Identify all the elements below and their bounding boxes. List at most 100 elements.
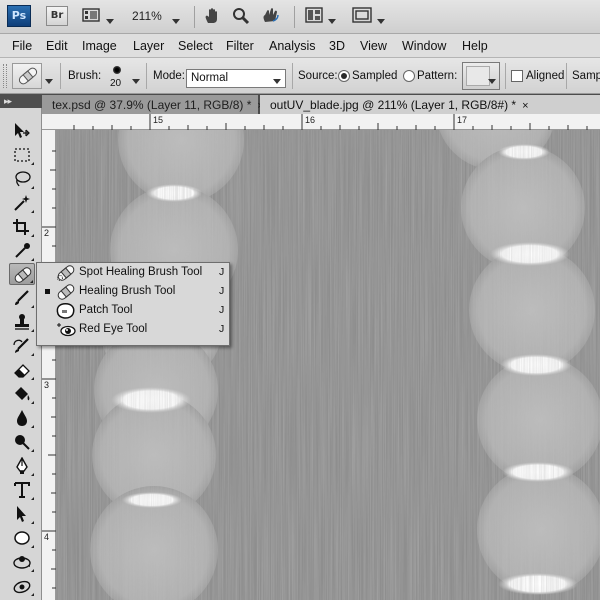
rotate-view-icon[interactable]	[261, 7, 281, 25]
marquee-tool[interactable]	[9, 144, 35, 166]
menu-file[interactable]: File	[12, 39, 32, 53]
screen-mode-icon[interactable]	[352, 7, 372, 25]
mode-label: Mode:	[153, 70, 185, 82]
type-tool[interactable]	[9, 479, 35, 501]
dodge-tool[interactable]	[9, 431, 35, 453]
menu-image[interactable]: Image	[82, 39, 117, 53]
history-brush-tool[interactable]	[9, 335, 35, 357]
crop-icon	[13, 219, 29, 235]
menu-window[interactable]: Window	[402, 39, 446, 53]
menu-select[interactable]: Select	[178, 39, 213, 53]
tab-label: outUV_blade.jpg @ 211% (Layer 1, RGB/8#)…	[270, 98, 517, 112]
hand-tool-icon[interactable]	[203, 7, 221, 25]
source-sampled-radio[interactable]	[338, 70, 350, 82]
ellipse-icon	[14, 531, 30, 545]
eraser-tool[interactable]	[9, 359, 35, 381]
move-tool[interactable]	[9, 120, 35, 142]
separator	[292, 63, 293, 89]
flyout-item-patch[interactable]: Patch Tool J	[37, 301, 229, 320]
3d-rotate-tool[interactable]	[9, 551, 35, 573]
magic-wand-tool[interactable]	[9, 192, 35, 214]
tab-label: tex.psd @ 37.9% (Layer 11, RGB/8) *	[52, 98, 252, 112]
separator	[60, 63, 61, 89]
collapse-icon[interactable]: ▸▸	[4, 96, 12, 107]
eyedropper-tool[interactable]	[9, 240, 35, 262]
view-extras-button[interactable]	[82, 7, 102, 25]
menu-help[interactable]: Help	[462, 39, 488, 53]
brush-picker-dropdown-arrow[interactable]	[132, 74, 140, 88]
screen-mode-dropdown-arrow[interactable]	[377, 14, 385, 28]
mode-value: Normal	[191, 72, 229, 84]
menu-view[interactable]: View	[360, 39, 387, 53]
close-icon[interactable]: ×	[522, 100, 528, 112]
document-tab-tex[interactable]: tex.psd @ 37.9% (Layer 11, RGB/8) *×	[42, 95, 264, 114]
tool-preset-picker[interactable]	[12, 63, 42, 89]
document-canvas[interactable]	[56, 130, 600, 600]
flyout-item-healing-brush[interactable]: Healing Brush Tool J	[37, 282, 229, 301]
selected-indicator	[45, 289, 50, 294]
menu-edit[interactable]: Edit	[46, 39, 68, 53]
menu-3d[interactable]: 3D	[329, 39, 345, 53]
brush-label: Brush:	[68, 70, 102, 82]
flyout-item-label: Red Eye Tool	[79, 323, 148, 335]
dodge-icon	[15, 435, 30, 450]
shape-tool[interactable]	[9, 527, 35, 549]
aligned-checkbox[interactable]	[511, 70, 523, 82]
source-pattern-radio[interactable]	[403, 70, 415, 82]
paint-bucket-tool[interactable]	[9, 383, 35, 405]
horizontal-ruler[interactable]: 15 16 17	[42, 114, 600, 130]
launch-bridge-button[interactable]: Br	[46, 6, 68, 26]
ruler-label: 16	[305, 115, 316, 125]
tools-panel-header[interactable]: ▸▸	[0, 94, 42, 108]
healing-tools-flyout: Spot Healing Brush Tool J Healing Brush …	[36, 262, 230, 346]
pen-tool[interactable]	[9, 455, 35, 477]
move-icon	[15, 123, 30, 138]
brush-tool[interactable]	[9, 287, 35, 309]
red-eye-icon	[57, 323, 76, 337]
3d-orbit-icon	[13, 580, 31, 594]
3d-orbit-tool[interactable]	[9, 575, 35, 597]
document-tabs: tex.psd @ 37.9% (Layer 11, RGB/8) *× out…	[42, 94, 600, 114]
paint-bucket-icon	[15, 387, 30, 401]
arrange-documents-icon[interactable]	[305, 7, 323, 25]
flyout-item-red-eye[interactable]: Red Eye Tool J	[37, 320, 229, 339]
menu-layer[interactable]: Layer	[133, 39, 164, 53]
zoom-tool-icon[interactable]	[232, 7, 250, 25]
path-selection-tool[interactable]	[9, 503, 35, 525]
clone-stamp-tool[interactable]	[9, 311, 35, 333]
brush-icon	[15, 290, 29, 305]
separator	[294, 6, 295, 28]
flyout-item-label: Patch Tool	[79, 304, 133, 316]
menu-analysis[interactable]: Analysis	[269, 39, 316, 53]
ruler-label: 4	[44, 532, 50, 542]
crop-tool[interactable]	[9, 216, 35, 238]
shortcut-key: J	[219, 266, 225, 278]
brush-picker[interactable]: 20	[108, 63, 126, 89]
healing-brush-tool[interactable]	[9, 263, 35, 285]
document-tab-outuv-blade[interactable]: outUV_blade.jpg @ 211% (Layer 1, RGB/8#)…	[260, 95, 600, 114]
pattern-swatch	[466, 66, 490, 86]
view-extras-dropdown-arrow[interactable]	[106, 14, 114, 28]
patch-icon	[56, 303, 75, 319]
sample-label: Sampl	[572, 70, 600, 82]
vertical-ruler[interactable]: 2 3 4	[42, 130, 56, 600]
pattern-dropdown-arrow[interactable]	[488, 74, 496, 88]
ruler-label: 17	[457, 115, 468, 125]
options-bar-grip[interactable]	[3, 64, 7, 88]
marquee-icon	[14, 148, 30, 162]
separator	[505, 63, 506, 89]
pattern-picker[interactable]	[462, 62, 500, 90]
zoom-dropdown-arrow[interactable]	[172, 14, 180, 28]
eyedropper-icon	[15, 243, 30, 258]
menu-filter[interactable]: Filter	[226, 39, 254, 53]
mode-dropdown[interactable]: Normal	[186, 69, 286, 88]
arrange-documents-dropdown-arrow[interactable]	[328, 14, 336, 28]
flyout-item-spot-healing-brush[interactable]: Spot Healing Brush Tool J	[37, 263, 229, 282]
zoom-level[interactable]: 211%	[132, 9, 162, 23]
path-selection-icon	[17, 506, 26, 522]
blur-tool[interactable]	[9, 407, 35, 429]
lasso-tool[interactable]	[9, 168, 35, 190]
tool-preset-dropdown-arrow[interactable]	[45, 74, 53, 88]
source-label: Source:	[298, 70, 338, 82]
magic-wand-icon	[14, 195, 30, 211]
